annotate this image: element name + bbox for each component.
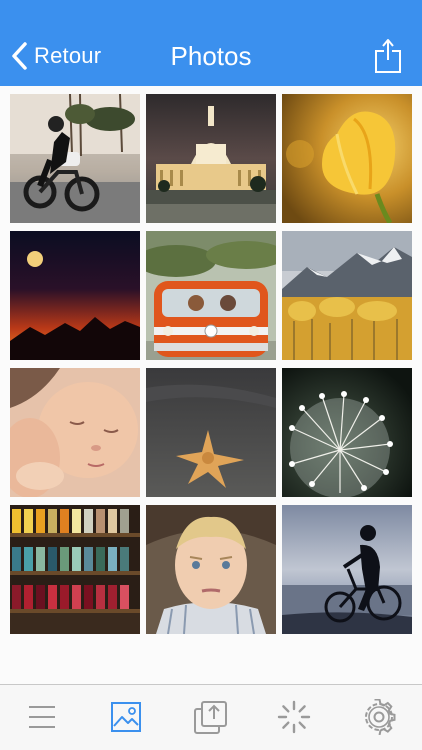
share-icon[interactable] [374,36,402,76]
photo-thumbnail[interactable] [282,505,412,634]
photo-grid [10,94,412,634]
settings-icon[interactable] [361,698,397,736]
bicycle-silhouette-photo [282,505,412,634]
menu-icon[interactable] [24,699,60,735]
dandelion-photo [282,368,412,497]
photos-screen: Retour Photos [0,0,422,750]
vw-van-photo [146,231,276,360]
bottom-toolbar [0,684,422,750]
photo-thumbnail[interactable] [146,368,276,497]
page-title: Photos [170,41,252,71]
photo-thumbnail[interactable] [282,231,412,360]
motorcycle-photo [10,94,140,223]
activity-icon[interactable] [276,699,312,735]
tulip-photo [282,94,412,223]
thread-spools-photo [10,505,140,634]
photo-thumbnail[interactable] [10,231,140,360]
navigation-bar: Retour Photos [0,0,422,86]
photo-thumbnail[interactable] [10,368,140,497]
sleeping-baby-photo [10,368,140,497]
upload-icon[interactable] [193,699,229,735]
moon-sunset-photo [10,231,140,360]
photo-thumbnail[interactable] [10,94,140,223]
photo-thumbnail[interactable] [282,94,412,223]
capitol-photo [146,94,276,223]
autumn-mountains-photo [282,231,412,360]
photos-icon[interactable] [108,699,144,735]
boy-portrait-photo [146,505,276,634]
photo-thumbnail[interactable] [146,231,276,360]
starfish-photo [146,368,276,497]
photo-thumbnail[interactable] [282,368,412,497]
photo-thumbnail[interactable] [10,505,140,634]
photo-thumbnail[interactable] [146,94,276,223]
photo-thumbnail[interactable] [146,505,276,634]
